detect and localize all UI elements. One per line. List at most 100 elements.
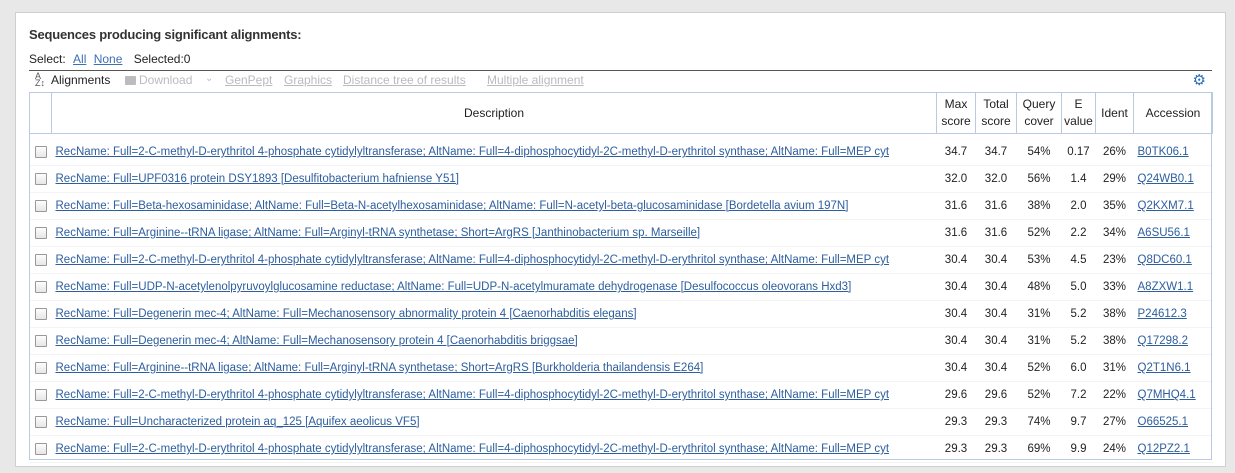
max-score-cell: 29.6 (936, 381, 976, 409)
accession-cell: Q2T1N6.1 (1133, 354, 1213, 382)
table-row: RecName: Full=2-C-methyl-D-erythritol 4-… (29, 139, 1213, 166)
total-score-cell: 31.6 (975, 219, 1017, 247)
accession-link[interactable]: Q8DC60.1 (1138, 254, 1192, 266)
accession-link[interactable]: Q2KXM7.1 (1138, 200, 1194, 212)
e-value-cell: 6.0 (1061, 354, 1096, 382)
header-checkbox-col (29, 92, 52, 134)
e-value-cell: 4.5 (1061, 246, 1096, 274)
description-cell: RecName: Full=UDP-N-acetylenolpyruvoylgl… (51, 273, 937, 301)
row-checkbox[interactable] (34, 280, 47, 293)
accession-link[interactable]: P24612.3 (1138, 308, 1187, 320)
row-checkbox[interactable] (34, 172, 47, 185)
accession-link[interactable]: Q17298.2 (1138, 335, 1189, 347)
sort-icon[interactable]: A Z↕ (35, 72, 45, 88)
description-cell: RecName: Full=UPF0316 protein DSY1893 [D… (51, 165, 937, 193)
description-link[interactable]: RecName: Full=2-C-methyl-D-erythritol 4-… (56, 146, 890, 158)
ident-cell: 31% (1095, 354, 1134, 382)
query-cover-cell: 69% (1016, 435, 1062, 463)
section-heading: Sequences producing significant alignmen… (29, 27, 302, 42)
table-row: RecName: Full=Degenerin mec-4; AltName: … (29, 327, 1213, 355)
description-link[interactable]: RecName: Full=2-C-methyl-D-erythritol 4-… (56, 389, 890, 401)
distance-tree-link[interactable]: Distance tree of results (343, 73, 466, 87)
ident-cell: 23% (1095, 246, 1134, 274)
query-cover-cell: 53% (1016, 246, 1062, 274)
description-link[interactable]: RecName: Full=2-C-methyl-D-erythritol 4-… (56, 254, 890, 266)
alignments-button[interactable]: Alignments (51, 73, 110, 87)
query-cover-cell: 54% (1016, 139, 1062, 166)
accession-link[interactable]: Q24WB0.1 (1138, 173, 1194, 185)
query-cover-cell: 56% (1016, 165, 1062, 193)
row-checkbox[interactable] (34, 199, 47, 212)
max-score-cell: 29.3 (936, 435, 976, 463)
results-panel: Sequences producing significant alignmen… (15, 12, 1226, 467)
description-cell: RecName: Full=Degenerin mec-4; AltName: … (51, 300, 937, 328)
ident-cell: 33% (1095, 273, 1134, 301)
e-value-cell: 9.7 (1061, 408, 1096, 436)
row-select-cell (29, 246, 52, 274)
accession-link[interactable]: Q12PZ2.1 (1138, 443, 1190, 455)
description-link[interactable]: RecName: Full=Arginine--tRNA ligase; Alt… (56, 227, 701, 239)
description-cell: RecName: Full=Arginine--tRNA ligase; Alt… (51, 219, 937, 247)
row-select-cell (29, 192, 52, 220)
row-checkbox[interactable] (34, 253, 47, 266)
header-e-value[interactable]: Evalue (1061, 92, 1096, 134)
row-checkbox[interactable] (34, 361, 47, 374)
download-button[interactable]: Download (139, 73, 192, 87)
multiple-alignment-link[interactable]: Multiple alignment (487, 73, 584, 87)
genpept-link[interactable]: GenPept (225, 73, 272, 87)
e-value-cell: 2.0 (1061, 192, 1096, 220)
ident-cell: 38% (1095, 300, 1134, 328)
total-score-cell: 30.4 (975, 354, 1017, 382)
accession-cell: Q8DC60.1 (1133, 246, 1213, 274)
e-value-cell: 5.0 (1061, 273, 1096, 301)
description-cell: RecName: Full=Beta-hexosaminidase; AltNa… (51, 192, 937, 220)
row-checkbox[interactable] (34, 145, 47, 158)
header-accession[interactable]: Accession (1133, 92, 1213, 134)
table-header-row: Description Max score Total score Query cov… (29, 92, 1213, 134)
max-score-cell: 34.7 (936, 139, 976, 166)
table-row: RecName: Full=Uncharacterized protein aq… (29, 408, 1213, 436)
description-link[interactable]: RecName: Full=Arginine--tRNA ligase; Alt… (56, 362, 704, 374)
accession-cell: Q24WB0.1 (1133, 165, 1213, 193)
header-query-cover[interactable]: Query cover (1016, 92, 1062, 134)
e-value-cell: 5.2 (1061, 300, 1096, 328)
query-cover-cell: 31% (1016, 300, 1062, 328)
table-row: RecName: Full=2-C-methyl-D-erythritol 4-… (29, 381, 1213, 409)
description-link[interactable]: RecName: Full=UDP-N-acetylenolpyruvoylgl… (56, 281, 852, 293)
header-description[interactable]: Description (51, 92, 937, 134)
max-score-cell: 32.0 (936, 165, 976, 193)
accession-cell: Q7MHQ4.1 (1133, 381, 1213, 409)
gear-icon[interactable]: ⚙ (1193, 73, 1206, 89)
description-link[interactable]: RecName: Full=Uncharacterized protein aq… (56, 416, 420, 428)
row-checkbox[interactable] (34, 442, 47, 455)
ident-cell: 26% (1095, 139, 1134, 166)
description-link[interactable]: RecName: Full=Degenerin mec-4; AltName: … (56, 335, 578, 347)
total-score-cell: 30.4 (975, 246, 1017, 274)
row-checkbox[interactable] (34, 388, 47, 401)
description-link[interactable]: RecName: Full=Beta-hexosaminidase; AltNa… (56, 200, 849, 212)
accession-link[interactable]: O66525.1 (1138, 416, 1189, 428)
description-link[interactable]: RecName: Full=Degenerin mec-4; AltName: … (56, 308, 637, 320)
select-none-link[interactable]: None (94, 52, 123, 66)
row-checkbox[interactable] (34, 307, 47, 320)
accession-cell: P24612.3 (1133, 300, 1213, 328)
accession-link[interactable]: B0TK06.1 (1138, 146, 1189, 158)
row-checkbox[interactable] (34, 226, 47, 239)
row-checkbox[interactable] (34, 334, 47, 347)
accession-link[interactable]: Q7MHQ4.1 (1138, 389, 1196, 401)
accession-link[interactable]: A8ZXW1.1 (1138, 281, 1194, 293)
description-link[interactable]: RecName: Full=2-C-methyl-D-erythritol 4-… (56, 443, 890, 455)
header-ident[interactable]: Ident (1095, 92, 1134, 134)
table-row: RecName: Full=UPF0316 protein DSY1893 [D… (29, 165, 1213, 193)
max-score-cell: 31.6 (936, 192, 976, 220)
accession-link[interactable]: Q2T1N6.1 (1138, 362, 1191, 374)
row-select-cell (29, 354, 52, 382)
row-checkbox[interactable] (34, 415, 47, 428)
row-select-cell (29, 327, 52, 355)
header-max-score[interactable]: Max score (936, 92, 976, 134)
graphics-link[interactable]: Graphics (284, 73, 332, 87)
accession-link[interactable]: A6SU56.1 (1138, 227, 1190, 239)
header-total-score[interactable]: Total score (975, 92, 1017, 134)
description-link[interactable]: RecName: Full=UPF0316 protein DSY1893 [D… (56, 173, 459, 185)
select-all-link[interactable]: All (73, 52, 86, 66)
